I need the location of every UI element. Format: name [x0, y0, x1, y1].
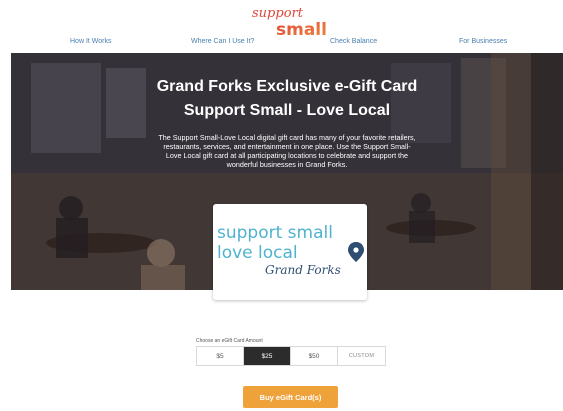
nav-check-balance[interactable]: Check Balance [330, 38, 377, 45]
amount-option-50[interactable]: $50 [291, 347, 338, 365]
main-nav: How It Works Where Can I Use It? Check B… [0, 38, 563, 50]
amount-option-5[interactable]: $5 [197, 347, 244, 365]
card-line1: support small [217, 223, 333, 243]
amount-option-25[interactable]: $25 [244, 347, 291, 365]
amount-label: Choose an eGift Card Amount [196, 338, 263, 344]
amount-selector: $5 $25 $50 CUSTOM [196, 346, 386, 366]
nav-for-businesses[interactable]: For Businesses [459, 38, 507, 45]
amount-option-custom[interactable]: CUSTOM [338, 347, 385, 365]
map-pin-icon [348, 242, 364, 262]
gift-card-artwork: support small love local Grand Forks [217, 223, 364, 277]
card-script-text: Grand Forks [265, 263, 341, 277]
support-small-logo-icon: support small [252, 6, 326, 38]
gift-card-image: support small love local Grand Forks [213, 204, 367, 300]
buy-egift-card-button[interactable]: Buy eGift Card(s) [243, 386, 338, 408]
nav-where-can-i-use-it[interactable]: Where Can I Use It? [191, 38, 254, 45]
logo-top-text: support [252, 6, 304, 21]
card-line2: love local [217, 243, 298, 263]
hero-title: Grand Forks Exclusive e-Gift Card [156, 78, 418, 95]
logo-bottom-text: small [276, 20, 326, 38]
hero-description: The Support Small-Love Local digital gif… [158, 133, 416, 169]
nav-how-it-works[interactable]: How It Works [70, 38, 112, 45]
hero-subtitle: Support Small - Love Local [183, 102, 391, 119]
brand-logo[interactable]: support small [0, 4, 563, 38]
